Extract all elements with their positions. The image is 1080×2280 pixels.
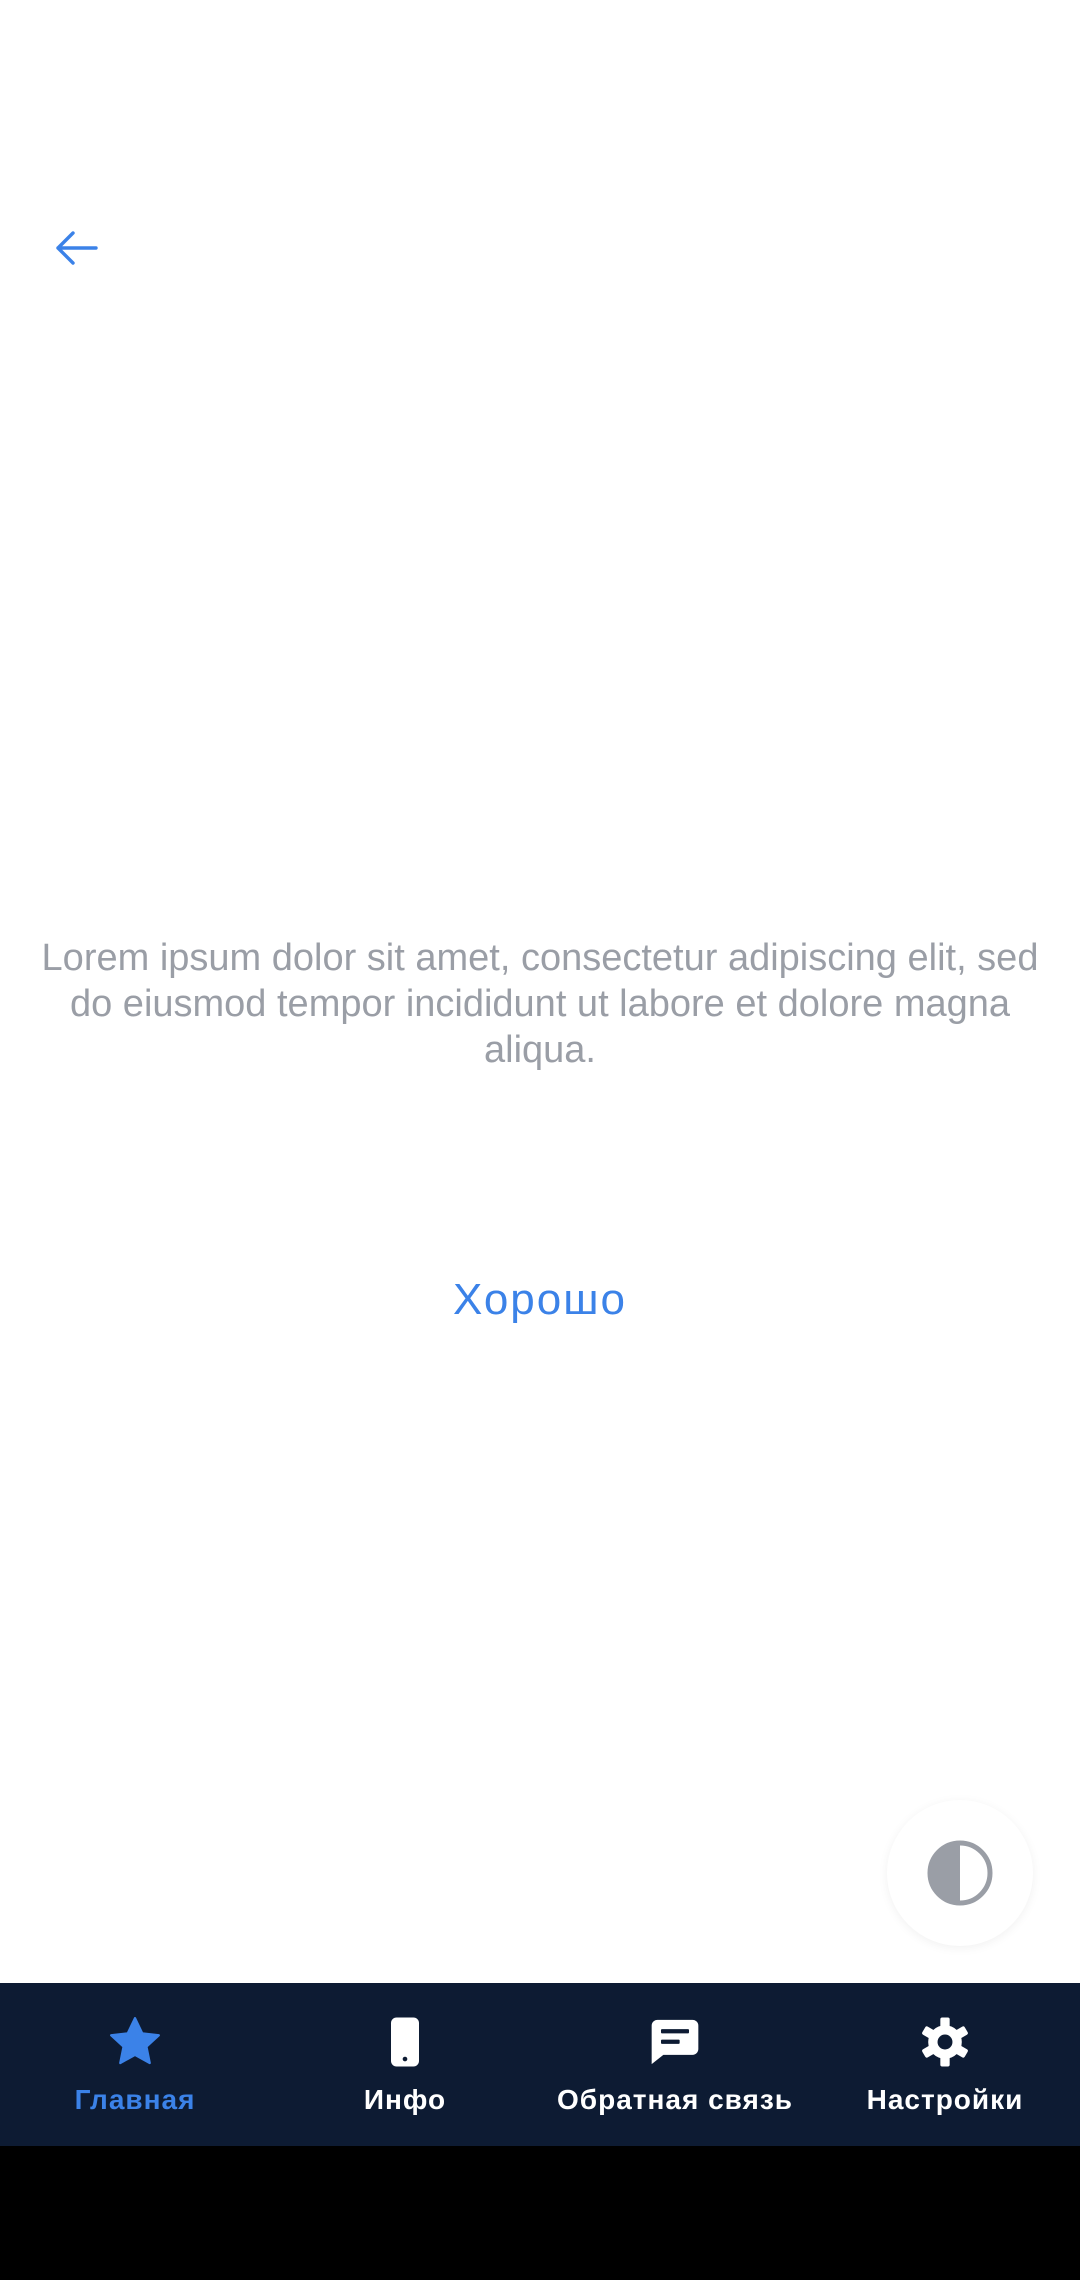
nav-item-settings[interactable]: Настройки: [810, 1983, 1080, 2146]
gear-icon: [917, 2014, 973, 2070]
phone-icon: [377, 2014, 433, 2070]
arrow-left-icon: [56, 231, 98, 265]
nav-item-feedback[interactable]: Обратная связь: [540, 1983, 810, 2146]
bottom-navigation: Главная Инфо Обратная связь Настройки: [0, 1983, 1080, 2146]
nav-item-label: Настройки: [866, 2083, 1024, 2115]
nav-item-label: Обратная связь: [557, 2083, 793, 2115]
nav-item-info[interactable]: Инфо: [270, 1983, 540, 2146]
back-button[interactable]: [40, 212, 112, 284]
dialog-message: Lorem ipsum dolor sit amet, consectetur …: [41, 937, 1039, 1071]
chat-icon: [647, 2014, 703, 2070]
theme-toggle-button[interactable]: [887, 1800, 1033, 1946]
contrast-icon: [927, 1840, 993, 1906]
nav-item-home[interactable]: Главная: [0, 1983, 270, 2146]
ok-button[interactable]: Хорошо: [390, 1260, 690, 1340]
star-icon: [107, 2014, 163, 2070]
nav-item-label: Главная: [74, 2083, 196, 2115]
system-navigation-bar: [0, 2146, 1080, 2280]
nav-item-label: Инфо: [363, 2083, 447, 2115]
